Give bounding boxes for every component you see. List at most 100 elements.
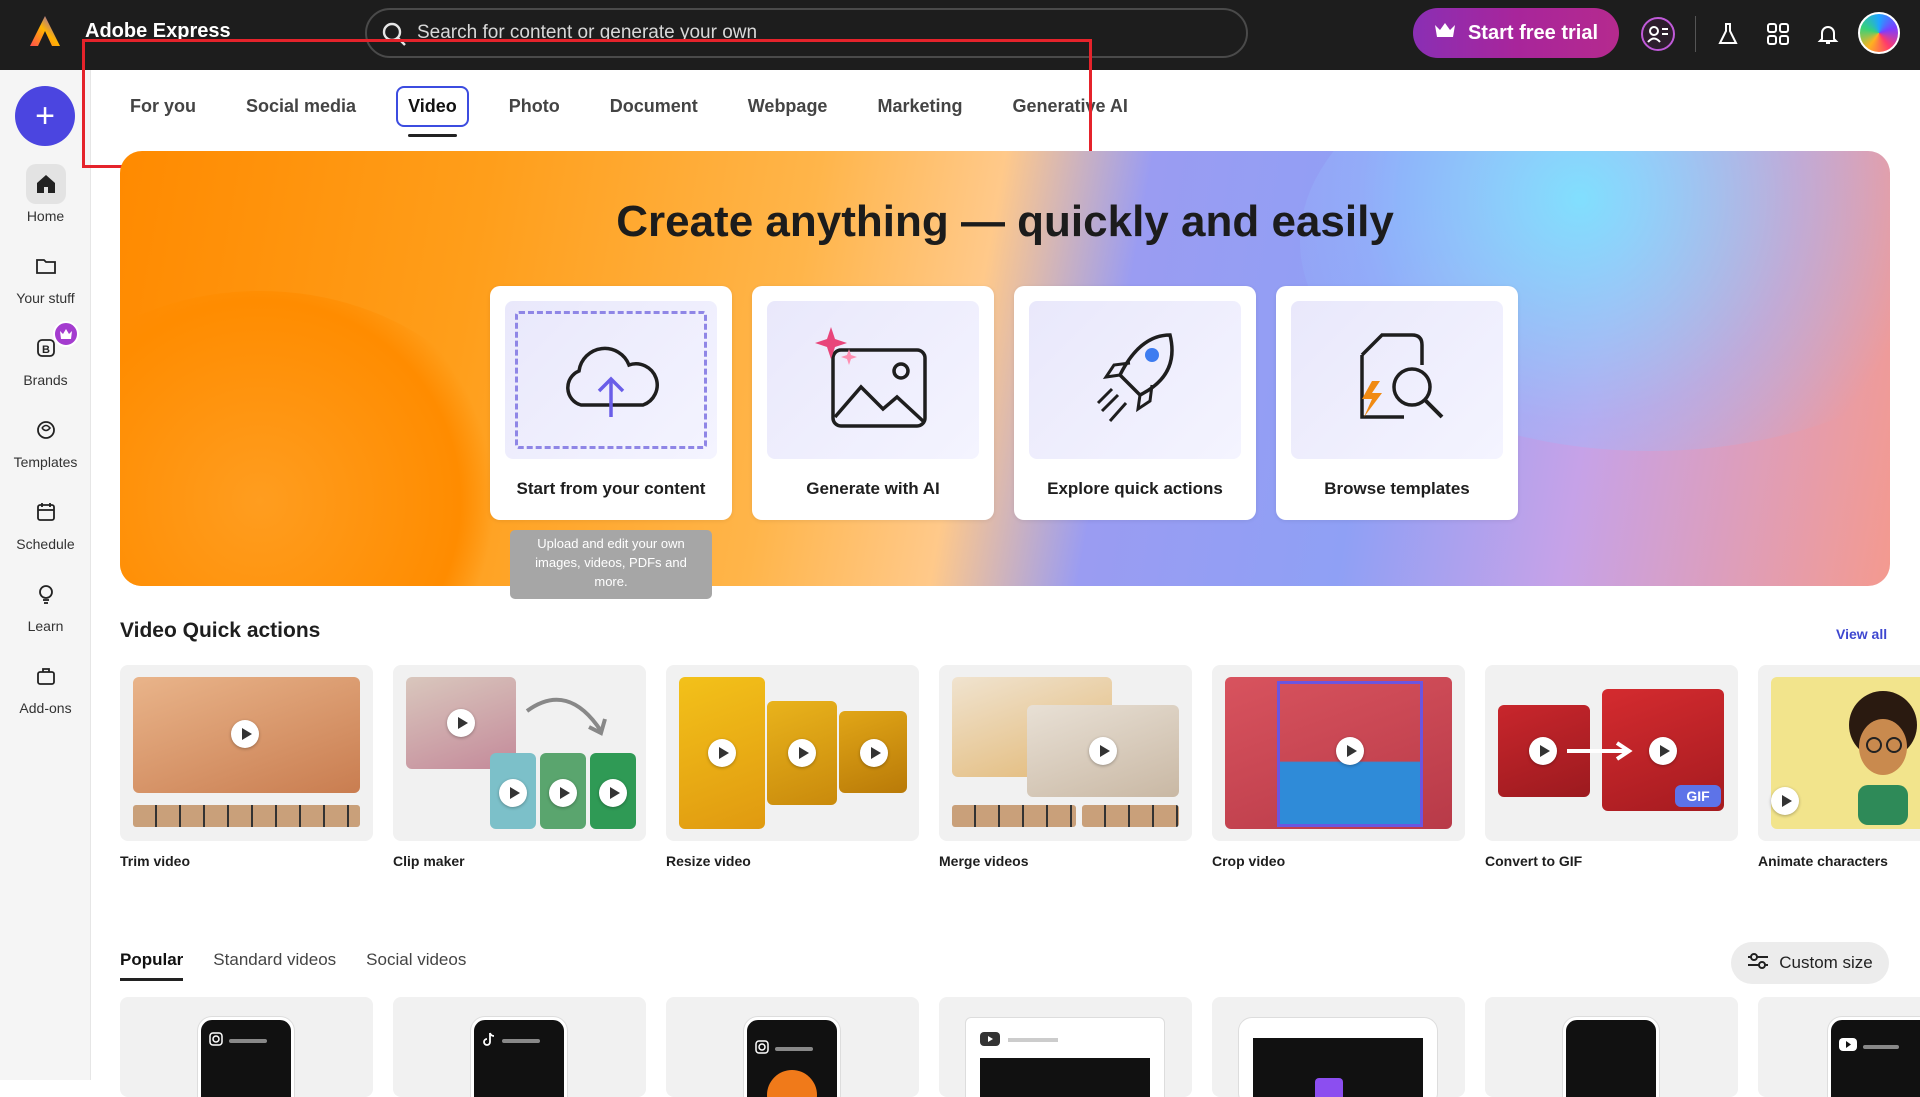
play-icon bbox=[1649, 737, 1677, 765]
card-art bbox=[767, 301, 979, 459]
section-title: Video Quick actions bbox=[120, 619, 321, 642]
cartoon-character-icon bbox=[1849, 691, 1917, 825]
quick-action-label: Convert to GIF bbox=[1485, 853, 1583, 869]
rail-item-label: Home bbox=[26, 208, 65, 224]
arrow-right-icon bbox=[1567, 741, 1633, 761]
lightbulb-icon bbox=[26, 574, 66, 614]
user-avatar[interactable] bbox=[1858, 12, 1900, 54]
quick-action-label: Animate characters bbox=[1758, 853, 1888, 869]
card-art bbox=[1291, 301, 1503, 459]
play-icon bbox=[599, 779, 627, 807]
filmstrip bbox=[133, 805, 360, 827]
card-label: Start from your content bbox=[516, 479, 706, 498]
template-card[interactable] bbox=[1485, 997, 1738, 1097]
template-preview-shape bbox=[767, 1070, 817, 1097]
template-card[interactable] bbox=[1758, 997, 1920, 1097]
quick-action-trim-video[interactable]: Trim video bbox=[120, 665, 373, 869]
card-browse-templates[interactable]: Browse templates bbox=[1276, 286, 1518, 520]
card-explore-quick-actions[interactable]: Explore quick actions bbox=[1014, 286, 1256, 520]
quick-action-merge-videos[interactable]: Merge videos bbox=[939, 665, 1192, 869]
browser-frame bbox=[965, 1017, 1165, 1097]
rail-item-learn[interactable]: Learn bbox=[0, 574, 91, 634]
lab-flask-icon[interactable] bbox=[1710, 16, 1746, 52]
card-start-from-content[interactable]: Start from your content bbox=[490, 286, 732, 520]
quick-action-resize-video[interactable]: Resize video bbox=[666, 665, 919, 869]
quick-action-animate-characters[interactable]: Animate characters bbox=[1758, 665, 1920, 869]
hero-decoration bbox=[120, 291, 520, 586]
ai-image-icon bbox=[815, 327, 927, 428]
phone-frame bbox=[744, 1017, 840, 1097]
rail-item-label: Your stuff bbox=[16, 290, 75, 306]
apps-grid-icon[interactable] bbox=[1760, 16, 1796, 52]
quick-action-label: Merge videos bbox=[939, 853, 1029, 869]
card-art bbox=[1029, 301, 1241, 459]
template-card[interactable] bbox=[666, 997, 919, 1097]
rail-item-templates[interactable]: Templates bbox=[0, 410, 91, 470]
quick-action-crop-video[interactable]: Crop video bbox=[1212, 665, 1465, 869]
home-icon bbox=[25, 164, 66, 204]
card-generate-with-ai[interactable]: Generate with AI bbox=[752, 286, 994, 520]
quick-action-thumbnail bbox=[1212, 665, 1465, 841]
browser-frame bbox=[1238, 1017, 1438, 1097]
hero-title: Create anything — quickly and easily bbox=[616, 197, 1394, 246]
adobe-express-logo[interactable] bbox=[28, 14, 62, 48]
tab-popular[interactable]: Popular bbox=[120, 950, 184, 981]
card-art bbox=[505, 301, 717, 459]
rail-item-add-ons[interactable]: Add-ons bbox=[0, 656, 91, 716]
video-screen bbox=[980, 1058, 1150, 1097]
template-card[interactable] bbox=[393, 997, 646, 1097]
highlight-box bbox=[82, 39, 1092, 168]
play-icon bbox=[788, 739, 816, 767]
trial-label: Start free trial bbox=[1467, 21, 1599, 44]
quick-action-label: Clip maker bbox=[393, 853, 465, 869]
quick-action-thumbnail bbox=[393, 665, 646, 841]
rail-item-schedule[interactable]: Schedule bbox=[0, 492, 91, 552]
notification-bell-icon[interactable] bbox=[1810, 16, 1846, 52]
instagram-icon bbox=[209, 1031, 223, 1051]
template-card[interactable] bbox=[120, 997, 373, 1097]
premium-crown-icon bbox=[53, 321, 79, 347]
play-icon bbox=[1336, 737, 1364, 765]
template-card[interactable] bbox=[1212, 997, 1465, 1097]
hero-banner: Create anything — quickly and easily Sta… bbox=[120, 151, 1890, 586]
create-new-button[interactable]: + bbox=[15, 86, 75, 146]
quick-action-thumbnail bbox=[120, 665, 373, 841]
addons-icon bbox=[26, 656, 66, 696]
quick-action-thumbnail bbox=[939, 665, 1192, 841]
card-label: Browse templates bbox=[1324, 479, 1470, 498]
rail-item-label: Add-ons bbox=[19, 700, 72, 716]
play-icon bbox=[1771, 787, 1799, 815]
start-free-trial-button[interactable]: Start free trial bbox=[1413, 8, 1619, 58]
quick-action-clip-maker[interactable]: Clip maker bbox=[393, 665, 646, 869]
rail-item-your-stuff[interactable]: Your stuff bbox=[0, 246, 91, 306]
play-icon bbox=[447, 709, 475, 737]
play-icon bbox=[708, 739, 736, 767]
custom-size-button[interactable]: Custom size bbox=[1731, 942, 1889, 984]
rail-item-home[interactable]: Home bbox=[0, 164, 91, 224]
template-card[interactable] bbox=[939, 997, 1192, 1097]
phone-frame bbox=[1563, 1017, 1659, 1097]
youtube-icon bbox=[980, 1032, 1000, 1051]
svg-text:B: B bbox=[42, 344, 50, 356]
sliders-icon bbox=[1747, 952, 1769, 975]
play-icon bbox=[549, 779, 577, 807]
quick-action-convert-to-gif[interactable]: GIF Convert to GIF bbox=[1485, 665, 1738, 869]
card-label: Explore quick actions bbox=[1047, 479, 1223, 498]
calendar-icon bbox=[26, 492, 66, 532]
youtube-icon bbox=[1839, 1038, 1857, 1056]
play-icon bbox=[1089, 737, 1117, 765]
filmstrip bbox=[952, 805, 1076, 827]
view-all-link[interactable]: View all bbox=[1836, 626, 1887, 642]
play-icon bbox=[499, 779, 527, 807]
tab-standard-videos[interactable]: Standard videos bbox=[213, 950, 336, 981]
rail-item-label: Learn bbox=[27, 618, 64, 634]
tooltip: Upload and edit your own images, videos,… bbox=[510, 530, 712, 599]
rail-item-label: Templates bbox=[13, 454, 78, 470]
tab-social-videos[interactable]: Social videos bbox=[366, 950, 466, 981]
instagram-icon bbox=[755, 1039, 769, 1059]
quick-action-thumbnail bbox=[666, 665, 919, 841]
profile-switch-icon[interactable] bbox=[1640, 16, 1676, 52]
quick-action-thumbnail bbox=[1758, 665, 1920, 841]
tiktok-icon bbox=[482, 1032, 496, 1051]
card-label: Generate with AI bbox=[806, 479, 940, 498]
